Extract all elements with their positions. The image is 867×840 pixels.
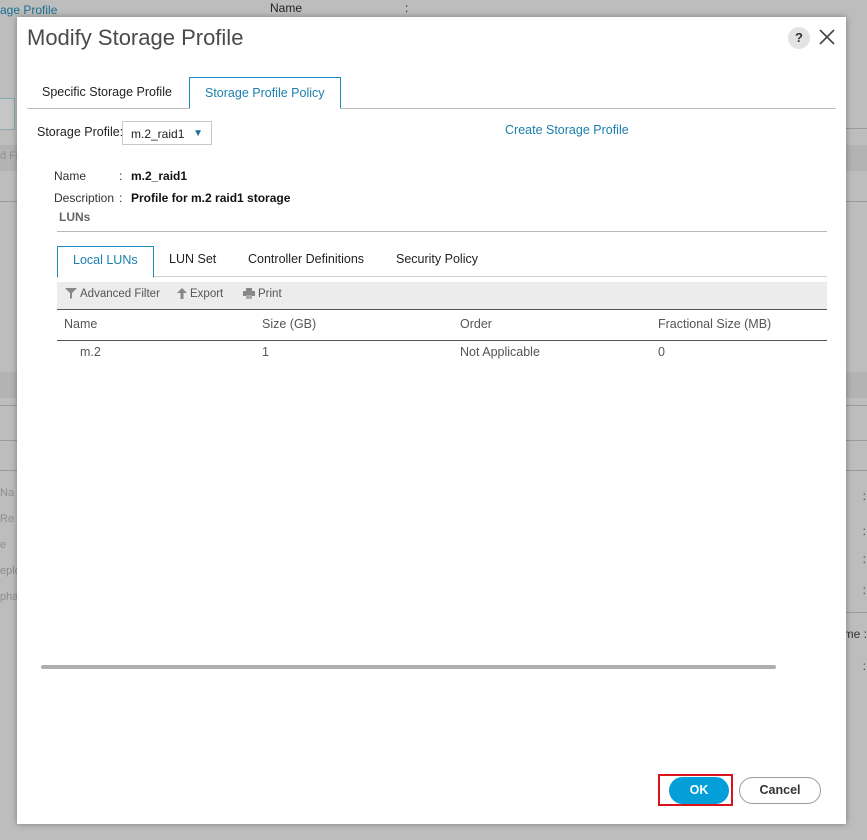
bg-fragment: pha: [0, 591, 19, 603]
ok-button[interactable]: OK: [669, 777, 729, 804]
column-header-size[interactable]: Size (GB): [262, 310, 316, 338]
bg-colon: :: [862, 659, 866, 673]
cancel-button[interactable]: Cancel: [739, 777, 821, 804]
tab-local-luns[interactable]: Local LUNs: [57, 246, 154, 278]
horizontal-scrollbar[interactable]: [41, 665, 776, 669]
bg-colon: :: [862, 552, 866, 566]
table-row[interactable]: m.2 1 Not Applicable 0: [57, 340, 827, 367]
export-label: Export: [190, 288, 224, 300]
name-value: m.2_raid1: [131, 169, 188, 183]
tab-lun-set[interactable]: LUN Set: [154, 246, 231, 275]
luns-section-label: LUNs: [59, 210, 91, 224]
column-header-order[interactable]: Order: [460, 310, 492, 338]
tab-specific-storage-profile[interactable]: Specific Storage Profile: [27, 77, 187, 107]
bg-tab-edge: [0, 98, 15, 130]
close-button[interactable]: [817, 26, 837, 48]
lun-table-header: Name Size (GB) Order Fractional Size (MB…: [57, 309, 827, 341]
bg-colon: :: [862, 583, 866, 597]
storage-profile-select[interactable]: m.2_raid1 ▼: [122, 121, 212, 145]
advanced-filter-label: Advanced Filter: [80, 288, 160, 300]
dialog-title: Modify Storage Profile: [27, 25, 244, 50]
luns-divider: [57, 231, 827, 232]
tab-security-policy[interactable]: Security Policy: [381, 246, 493, 275]
tab-storage-profile-policy[interactable]: Storage Profile Policy: [189, 77, 341, 109]
filter-icon: [65, 288, 77, 300]
bg-name-label: Name: [270, 1, 303, 15]
export-button[interactable]: Export: [177, 282, 223, 309]
dropdown-caret-icon: ▼: [193, 128, 203, 139]
name-colon: :: [119, 169, 123, 183]
print-label: Print: [258, 288, 282, 300]
bg-fragment: Na: [0, 487, 15, 499]
bg-name-colon: :: [405, 1, 409, 15]
print-button[interactable]: Print: [243, 282, 282, 309]
create-storage-profile-link[interactable]: Create Storage Profile: [505, 123, 629, 137]
cell-size: 1: [262, 345, 269, 359]
bg-divider: [846, 128, 867, 129]
storage-profile-value: m.2_raid1: [131, 127, 185, 141]
close-icon: [819, 29, 835, 45]
bg-colon: :: [862, 524, 866, 538]
outer-tab-bar: Specific Storage Profile Storage Profile…: [27, 77, 836, 109]
column-header-fractional-size[interactable]: Fractional Size (MB): [658, 310, 771, 338]
name-key: Name: [54, 169, 87, 183]
column-header-name[interactable]: Name: [64, 310, 97, 338]
lun-tab-bar: Local LUNs LUN Set Controller Definition…: [57, 246, 827, 278]
export-icon: [177, 288, 187, 300]
bg-colon: :: [862, 489, 866, 503]
modify-storage-profile-dialog: Modify Storage Profile ? Specific Storag…: [17, 17, 846, 824]
bg-fragment: e: [0, 539, 7, 551]
help-icon: ?: [795, 30, 803, 45]
bg-filter-fragment: d Fi: [0, 150, 19, 162]
description-colon: :: [119, 191, 123, 205]
bg-divider: [846, 612, 867, 613]
cell-order: Not Applicable: [460, 345, 540, 359]
cell-name: m.2: [80, 345, 101, 359]
description-value: Profile for m.2 raid1 storage: [131, 191, 291, 205]
grid-toolbar: Advanced Filter Export Print: [57, 282, 827, 309]
bg-fragment: Re: [0, 513, 15, 525]
cell-fractional-size: 0: [658, 345, 665, 359]
bg-name-fragment: me :: [843, 627, 867, 641]
bg-storage-profile-link: age Profile: [0, 3, 58, 17]
storage-profile-label: Storage Profile:: [37, 125, 124, 139]
help-button[interactable]: ?: [788, 27, 810, 49]
advanced-filter-button[interactable]: Advanced Filter: [65, 282, 160, 309]
print-icon: [243, 288, 255, 300]
tab-controller-definitions[interactable]: Controller Definitions: [233, 246, 379, 275]
description-key: Description: [54, 191, 115, 205]
